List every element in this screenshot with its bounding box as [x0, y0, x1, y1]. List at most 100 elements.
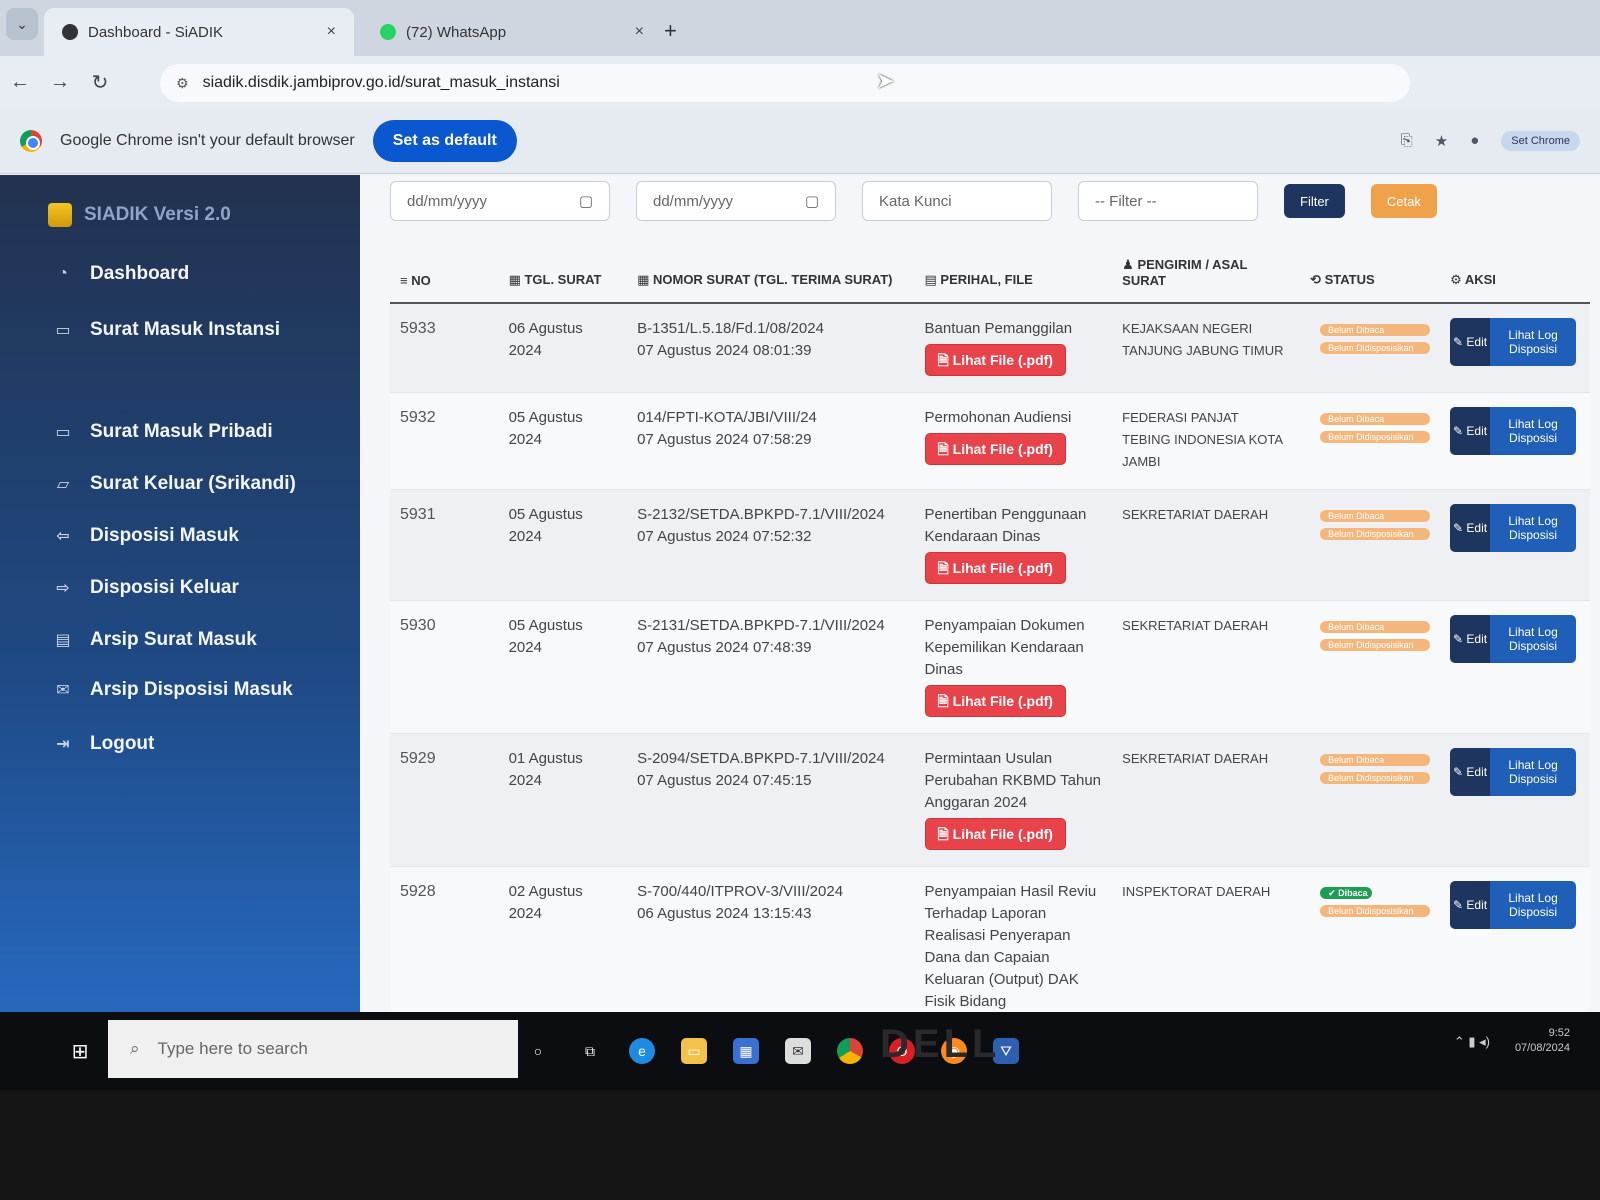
print-button[interactable]: Cetak: [1370, 184, 1437, 218]
cell-tgl-surat: 01 Agustus 2024: [498, 733, 628, 867]
cell-pengirim: SEKRETARIAT DAERAH: [1112, 733, 1301, 867]
table-header-row: ≡ NO ▦ TGL. SURAT ▦ NOMOR SURAT (TGL. TE…: [390, 251, 1590, 304]
cell-nomor-surat: B-1351/L.5.18/Fd.1/08/2024 07 Agustus 202…: [627, 303, 915, 393]
sidebar: SIADIK Versi 2.0 ◔ Dashboard ▭ Surat Mas…: [0, 175, 360, 1015]
tgl-terima: 07 Agustus 2024 07:48:39: [637, 639, 812, 656]
nomor-surat: B-1351/L.5.18/Fd.1/08/2024: [637, 320, 824, 337]
close-tab-icon[interactable]: ×: [327, 23, 336, 41]
keyword-placeholder: Kata Kunci: [879, 192, 952, 210]
bookmark-star-icon[interactable]: ★: [1435, 132, 1448, 150]
cell-status: Belum Dibaca Belum Didisposisikan: [1300, 392, 1441, 490]
header-pengirim[interactable]: ♟ PENGIRIM / ASAL SURAT: [1112, 251, 1301, 304]
file-explorer-icon[interactable]: ▭: [681, 1038, 707, 1064]
sidebar-item-surat-masuk-pribadi[interactable]: ▭ Surat Masuk Pribadi: [52, 421, 272, 443]
view-pdf-button[interactable]: 🗎 Lihat File (.pdf): [924, 818, 1066, 850]
tray-icons[interactable]: ⌃ ▮ ◂): [1454, 1034, 1490, 1049]
keyword-input[interactable]: Kata Kunci: [862, 181, 1052, 221]
view-pdf-button[interactable]: 🗎 Lihat File (.pdf): [924, 344, 1066, 376]
perihal-text: Permintaan Usulan Perubahan RKBMD Tahun …: [924, 750, 1102, 811]
tab-whatsapp[interactable]: (72) WhatsApp ×: [362, 8, 662, 56]
inbox-icon: ▭: [55, 322, 71, 339]
monitor-bezel: [0, 1090, 1600, 1200]
header-tgl-surat[interactable]: ▦ TGL. SURAT: [498, 251, 628, 304]
tgl-terima: 07 Agustus 2024 08:01:39: [637, 342, 812, 359]
tgl-terima: 07 Agustus 2024 07:52:32: [637, 528, 812, 545]
translate-icon[interactable]: ⎘: [1401, 132, 1413, 149]
sidebar-item-surat-keluar[interactable]: ▱ Surat Keluar (Srikandi): [52, 473, 296, 495]
date-to-input[interactable]: dd/mm/yyyy ▢: [636, 181, 836, 221]
clock-time[interactable]: 9:52: [1515, 1026, 1570, 1041]
header-no[interactable]: ≡ NO: [390, 251, 499, 304]
edit-button[interactable]: ✎ Edit: [1450, 407, 1491, 455]
sidebar-item-arsip-disposisi-masuk[interactable]: ✉ Arsip Disposisi Masuk: [52, 679, 292, 701]
view-disposition-log-button[interactable]: Lihat Log Disposisi: [1490, 615, 1577, 663]
sidebar-item-label: Dashboard: [90, 263, 190, 284]
date-to-placeholder: dd/mm/yyyy: [653, 192, 734, 210]
sidebar-item-arsip-surat-masuk[interactable]: ▤ Arsip Surat Masuk: [52, 629, 256, 651]
disposition-status-badge: Belum Didisposisikan: [1320, 905, 1431, 917]
store-icon[interactable]: ▦: [733, 1038, 759, 1064]
perihal-text: Penyampaian Dokumen Kepemilikan Kendaraa…: [924, 617, 1085, 678]
back-icon[interactable]: ←: [0, 71, 40, 94]
view-disposition-log-button[interactable]: Lihat Log Disposisi: [1490, 881, 1577, 929]
calendar-icon[interactable]: ▢: [805, 192, 819, 210]
view-disposition-log-button[interactable]: Lihat Log Disposisi: [1490, 318, 1577, 366]
edit-button[interactable]: ✎ Edit: [1450, 615, 1491, 663]
view-disposition-log-button[interactable]: Lihat Log Disposisi: [1490, 504, 1577, 552]
cortana-icon[interactable]: ○: [525, 1038, 551, 1064]
view-disposition-log-button[interactable]: Lihat Log Disposisi: [1490, 407, 1577, 455]
tab-dashboard[interactable]: Dashboard - SiADIK ×: [44, 8, 354, 56]
windows-start-icon[interactable]: ⊞: [60, 1032, 100, 1072]
sidebar-item-disposisi-masuk[interactable]: ⇦ Disposisi Masuk: [52, 525, 239, 547]
date-from-input[interactable]: dd/mm/yyyy ▢: [390, 181, 610, 221]
sidebar-item-disposisi-keluar[interactable]: ⇨ Disposisi Keluar: [52, 577, 239, 599]
header-status[interactable]: ⟲ STATUS: [1300, 251, 1441, 304]
action-group: ✎ Edit Lihat Log Disposisi: [1450, 318, 1580, 366]
filter-button[interactable]: Filter: [1284, 184, 1345, 218]
default-browser-infobar: Google Chrome isn't your default browser…: [0, 108, 1600, 174]
view-disposition-log-button[interactable]: Lihat Log Disposisi: [1490, 748, 1577, 796]
clock-date[interactable]: 07/08/2024: [1515, 1041, 1570, 1056]
profile-icon[interactable]: ●: [1470, 132, 1479, 149]
taskbar-search-box[interactable]: ⌕ Type here to search: [108, 1020, 518, 1078]
chrome-icon[interactable]: [837, 1038, 863, 1064]
edit-button[interactable]: ✎ Edit: [1450, 504, 1491, 552]
siadik-favicon-icon: [62, 24, 78, 40]
logout-icon: ⇥: [56, 736, 70, 753]
view-pdf-button[interactable]: 🗎 Lihat File (.pdf): [924, 552, 1066, 584]
close-tab-icon[interactable]: ×: [635, 23, 644, 41]
edit-button[interactable]: ✎ Edit: [1450, 881, 1491, 929]
disposition-status-badge: Belum Didisposisikan: [1320, 639, 1431, 651]
edit-button[interactable]: ✎ Edit: [1450, 318, 1491, 366]
cell-status: Belum Dibaca Belum Didisposisikan: [1300, 303, 1441, 393]
tab-search-icon[interactable]: ⌄: [6, 8, 38, 40]
view-pdf-button[interactable]: 🗎 Lihat File (.pdf): [924, 433, 1066, 465]
calendar-icon[interactable]: ▢: [579, 192, 593, 210]
cell-perihal: Penyampaian Dokumen Kepemilikan Kendaraa…: [914, 600, 1113, 734]
view-pdf-button[interactable]: 🗎 Lihat File (.pdf): [924, 685, 1066, 717]
set-as-default-button[interactable]: Set as default: [372, 119, 517, 162]
read-status-badge: Belum Dibaca: [1320, 324, 1431, 336]
address-bar[interactable]: ⚙ siadik.disdik.jambiprov.go.id/surat_ma…: [160, 64, 1410, 102]
chrome-logo-icon: [20, 129, 42, 152]
reload-icon[interactable]: ↻: [80, 70, 120, 95]
new-tab-button[interactable]: +: [664, 18, 677, 44]
sidebar-item-dashboard[interactable]: ◔ Dashboard: [52, 263, 189, 285]
tgl-terima: 07 Agustus 2024 07:58:29: [637, 431, 812, 448]
site-info-icon[interactable]: ⚙: [176, 75, 189, 92]
mail-icon[interactable]: ✉: [785, 1038, 811, 1064]
profile-pill[interactable]: Set Chrome: [1501, 130, 1580, 151]
header-nomor-surat[interactable]: ▦ NOMOR SURAT (TGL. TERIMA SURAT): [627, 251, 915, 304]
edge-icon[interactable]: e: [629, 1038, 655, 1064]
system-tray: ⌃ ▮ ◂) 9:52 07/08/2024: [1454, 1026, 1570, 1056]
sidebar-item-logout[interactable]: ⇥ Logout: [52, 733, 154, 755]
task-view-icon[interactable]: ⧉: [577, 1038, 603, 1064]
edit-button[interactable]: ✎ Edit: [1450, 748, 1491, 796]
header-perihal[interactable]: ▤ PERIHAL, FILE: [914, 251, 1113, 304]
main-content: dd/mm/yyyy ▢ dd/mm/yyyy ▢ Kata Kunci -- …: [370, 175, 1600, 1066]
sidebar-item-surat-masuk-instansi[interactable]: ▭ Surat Masuk Instansi: [52, 319, 280, 341]
filter-select[interactable]: -- Filter --: [1078, 181, 1258, 221]
forward-icon[interactable]: →: [40, 71, 80, 94]
cell-perihal: Permohonan Audiensi 🗎 Lihat File (.pdf): [914, 392, 1113, 490]
cell-no: 5931: [390, 489, 499, 601]
